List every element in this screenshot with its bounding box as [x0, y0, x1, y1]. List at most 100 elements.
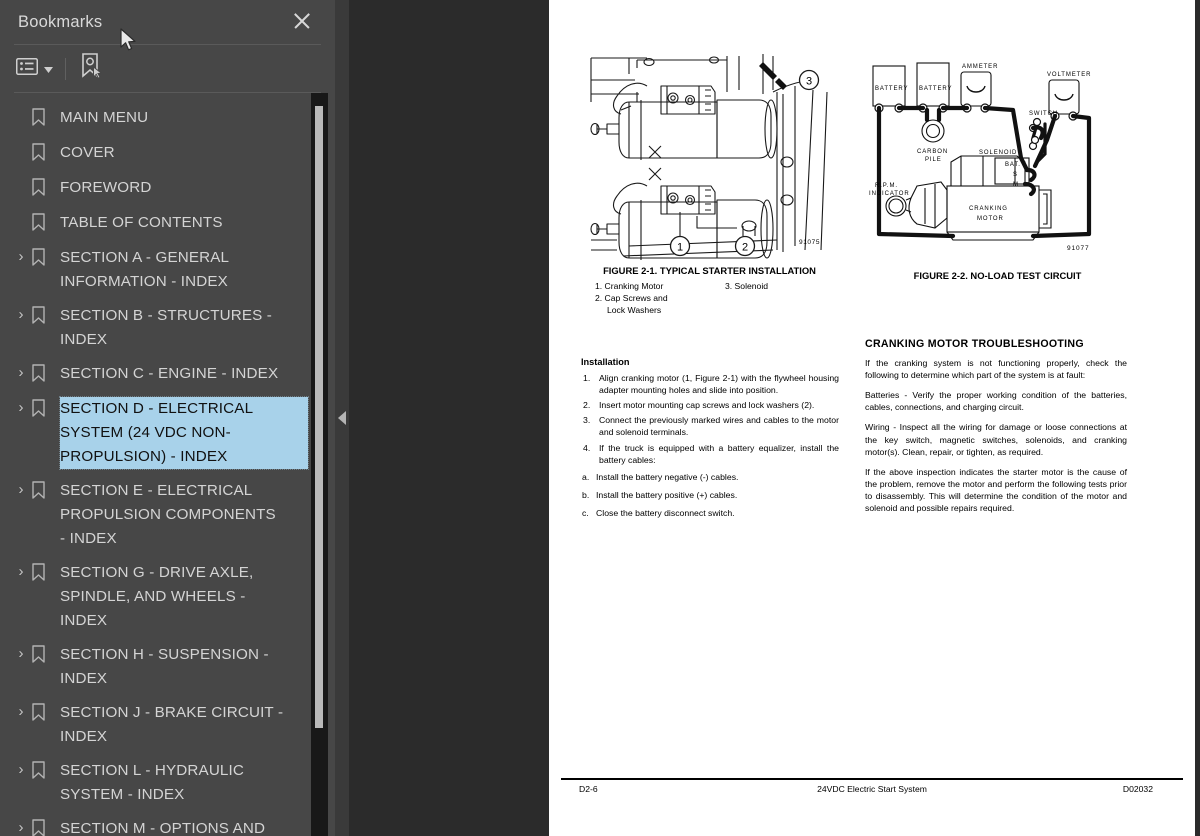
footer-doc-id: D02032 [1122, 784, 1153, 794]
step-text: Insert motor mounting cap screws and loc… [599, 400, 815, 411]
svg-text:M: M [1013, 182, 1019, 188]
chevron-right-icon[interactable]: › [10, 304, 32, 325]
panel-title: Bookmarks [18, 12, 103, 31]
bookmark-icon [32, 561, 60, 586]
panel-collapse-handle[interactable] [335, 0, 349, 836]
footer-rule [561, 778, 1183, 780]
bookmark-label: SECTION G - DRIVE AXLE, SPINDLE, AND WHE… [60, 564, 254, 629]
footer-title: 24VDC Electric Start System [817, 784, 927, 794]
substep-number: a. [582, 471, 590, 482]
document-viewer: 3 1 2 91075 FIGURE 2-1. TYPICAL STARTER … [349, 0, 1200, 836]
installation-step: 3. Connect the previously marked wires an… [581, 414, 839, 438]
bookmark-item[interactable]: › SECTION H - SUSPENSION - INDEX [0, 638, 335, 696]
bookmark-icon [32, 759, 60, 784]
close-icon[interactable] [291, 10, 313, 32]
caret-spacer [10, 211, 32, 212]
troubleshooting-section: CRANKING MOTOR TROUBLESHOOTING If the cr… [865, 338, 1127, 522]
step-text: Align cranking motor (1, Figure 2-1) wit… [599, 373, 839, 396]
bookmark-icon [32, 643, 60, 668]
bookmark-icon [32, 701, 60, 726]
chevron-right-icon[interactable]: › [10, 479, 32, 500]
svg-text:1: 1 [677, 242, 683, 254]
bookmark-label: SECTION J - BRAKE CIRCUIT - INDEX [60, 704, 284, 745]
figure-2-1-legend: 1. Cranking Motor 2. Cap Screws and Lock… [577, 281, 842, 325]
new-bookmark-icon [80, 53, 104, 84]
troubleshooting-paragraph: If the above inspection indicates the st… [865, 466, 1127, 514]
legend-item: 2. Cap Screws and [595, 293, 668, 303]
pdf-reader-window: Bookmarks MAIN MENU COVER FOREWORD TABLE… [0, 0, 1200, 836]
scrollbar-thumb[interactable] [315, 106, 323, 728]
bookmark-icon [32, 106, 60, 131]
chevron-right-icon[interactable]: › [10, 397, 32, 418]
bookmark-item[interactable]: TABLE OF CONTENTS [0, 206, 335, 241]
chevron-right-icon[interactable]: › [10, 701, 32, 722]
bookmark-label: SECTION A - GENERAL INFORMATION - INDEX [60, 249, 229, 290]
substep-number: b. [582, 489, 590, 500]
bookmark-item[interactable]: › SECTION J - BRAKE CIRCUIT - INDEX [0, 696, 335, 754]
chevron-right-icon[interactable]: › [10, 817, 32, 836]
svg-text:INDICATOR: INDICATOR [869, 191, 910, 197]
no-load-test-circuit-illustration: BATTERY BATTERY AMMETER VOLTMETER SWITCH… [869, 62, 1092, 252]
bookmark-options-button[interactable] [16, 54, 53, 84]
svg-text:CRANKING: CRANKING [969, 206, 1008, 212]
chevron-right-icon[interactable]: › [10, 561, 32, 582]
caret-spacer [10, 141, 32, 142]
figure-ref-number: 91075 [799, 239, 820, 246]
starter-installation-illustration: 3 1 2 91075 [590, 54, 828, 260]
troubleshooting-paragraph: Wiring - Inspect all the wiring for dama… [865, 422, 1127, 457]
bookmark-item[interactable]: › SECTION G - DRIVE AXLE, SPINDLE, AND WH… [0, 556, 335, 638]
bookmark-label: SECTION C - ENGINE - INDEX [60, 365, 279, 382]
chevron-right-icon[interactable]: › [10, 759, 32, 780]
troubleshooting-paragraph: Batteries - Verify the proper working co… [865, 390, 1127, 413]
toolbar-divider [65, 57, 66, 80]
bookmark-item[interactable]: MAIN MENU [0, 101, 335, 136]
bookmark-item[interactable]: › SECTION M - OPTIONS AND SPECIAL TOOLS -… [0, 812, 335, 836]
svg-text:BAT.: BAT. [1005, 162, 1021, 168]
step-text: If the truck is equipped with a battery … [599, 442, 839, 465]
bookmark-icon [32, 817, 60, 836]
bookmark-icon [32, 246, 60, 271]
step-text: Connect the previously marked wires and … [599, 415, 839, 438]
svg-text:SWITCH: SWITCH [1029, 111, 1058, 117]
installation-substep: c. Close the battery disconnect switch. [581, 507, 839, 519]
bookmark-icon [32, 304, 60, 329]
svg-text:CARBON: CARBON [917, 149, 948, 155]
chevron-left-icon [338, 411, 346, 425]
bookmark-item[interactable]: › SECTION D - ELECTRICAL SYSTEM (24 VDC N… [0, 392, 335, 474]
substep-text: Install the battery negative (-) cables. [596, 471, 739, 482]
chevron-right-icon[interactable]: › [10, 246, 32, 267]
bookmark-item[interactable]: FOREWORD [0, 171, 335, 206]
legend-item: Lock Washers [607, 305, 662, 315]
svg-text:PILE: PILE [925, 157, 942, 163]
substep-text: Install the battery positive (+) cables. [596, 489, 738, 500]
svg-text:S: S [1013, 172, 1018, 178]
bookmark-item[interactable]: › SECTION L - HYDRAULIC SYSTEM - INDEX [0, 754, 335, 812]
list-options-icon [16, 57, 38, 80]
chevron-down-icon [44, 60, 53, 78]
chevron-right-icon[interactable]: › [10, 643, 32, 664]
troubleshooting-paragraph: If the cranking system is not functionin… [865, 358, 1127, 381]
bookmark-label: SECTION M - OPTIONS AND SPECIAL TOOLS - … [60, 820, 266, 836]
svg-text:SOLENOID: SOLENOID [979, 150, 1017, 156]
svg-text:BATTERY: BATTERY [875, 86, 908, 92]
bookmark-item[interactable]: COVER [0, 136, 335, 171]
new-bookmark-button[interactable] [80, 53, 104, 84]
caret-spacer [10, 176, 32, 177]
chevron-right-icon[interactable]: › [10, 362, 32, 383]
step-number: 1. [583, 373, 591, 384]
figure-ref-number: 91077 [1067, 245, 1090, 252]
bookmark-icon [32, 211, 60, 236]
bookmarks-scroll-area: MAIN MENU COVER FOREWORD TABLE OF CONTENTS ›… [0, 93, 335, 836]
figure-2-1-caption: FIGURE 2-1. TYPICAL STARTER INSTALLATION [603, 265, 816, 276]
bookmark-item[interactable]: › SECTION B - STRUCTURES - INDEX [0, 299, 335, 357]
bookmark-label: SECTION B - STRUCTURES - INDEX [60, 307, 273, 348]
installation-steps: 1. Align cranking motor (1, Figure 2-1) w… [581, 372, 839, 466]
bookmark-icon [32, 141, 60, 166]
viewer-right-edge [1195, 0, 1200, 836]
bookmark-item[interactable]: › SECTION A - GENERAL INFORMATION - INDEX [0, 241, 335, 299]
bookmarks-panel: Bookmarks MAIN MENU COVER FOREWORD TABLE… [0, 0, 335, 836]
bookmarks-scrollbar[interactable] [311, 93, 328, 836]
bookmark-item[interactable]: › SECTION E - ELECTRICAL PROPULSION COMPO… [0, 474, 335, 556]
bookmark-item[interactable]: › SECTION C - ENGINE - INDEX [0, 357, 335, 392]
bookmark-label: SECTION L - HYDRAULIC SYSTEM - INDEX [60, 762, 245, 803]
